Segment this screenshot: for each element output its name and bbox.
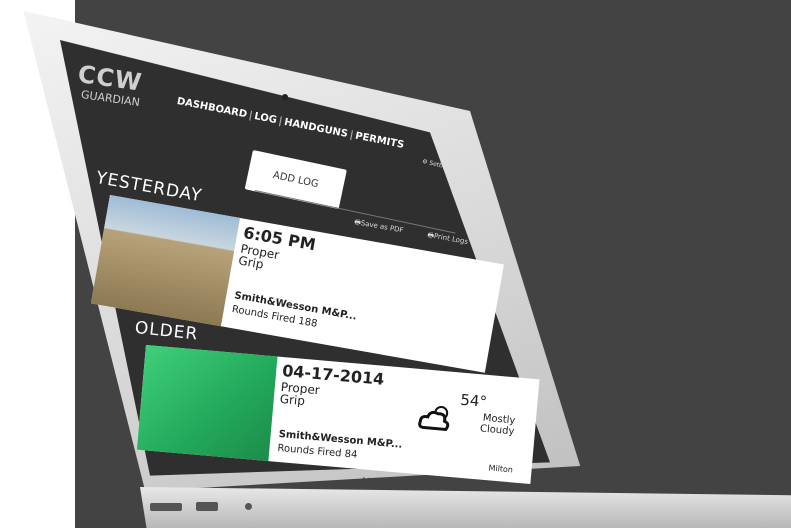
log-grip: Proper Grip <box>279 380 320 408</box>
magsafe-port <box>150 503 182 511</box>
port-strip <box>150 500 290 514</box>
conditions-line-2: Cloudy <box>479 423 515 438</box>
log-location: Milton <box>488 463 514 475</box>
weather-conditions: Mostly Cloudy <box>479 412 515 438</box>
range-photo <box>90 195 240 327</box>
usb-port <box>196 502 218 511</box>
partly-cloudy-icon <box>418 405 450 432</box>
headphone-port <box>245 503 252 510</box>
gear-icon: ⚙ <box>421 158 429 167</box>
camera-dot <box>282 94 288 100</box>
weather-temperature: 54° <box>459 390 488 411</box>
target-photo <box>136 345 278 462</box>
log-grip: Proper Grip <box>237 242 280 273</box>
